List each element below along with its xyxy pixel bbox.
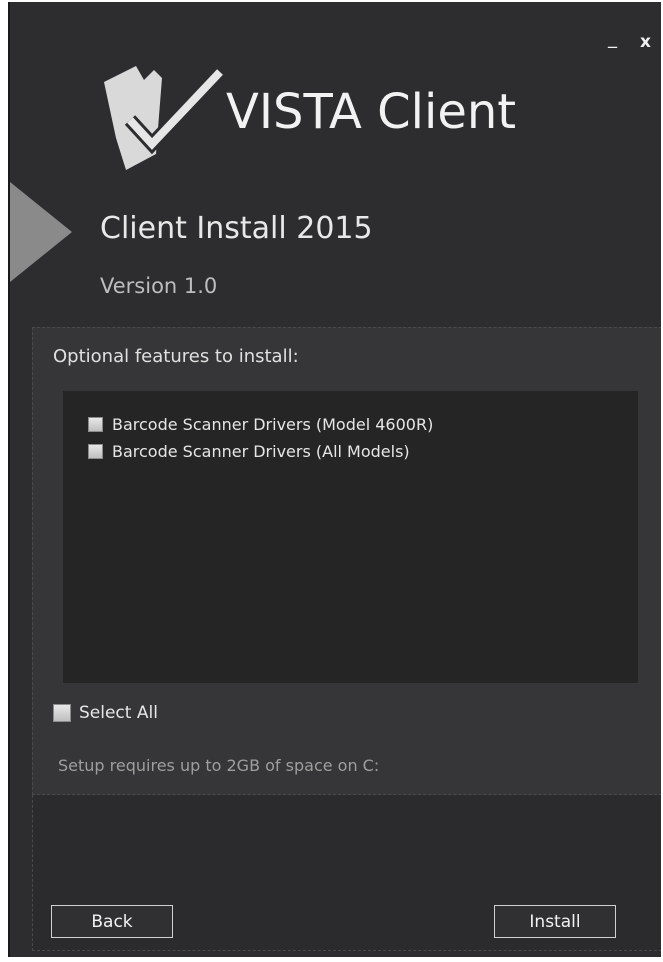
install-title: Client Install 2015 bbox=[100, 211, 373, 246]
installer-window: _ x VISTA Client Client Install 2015 Ver… bbox=[8, 2, 661, 957]
version-label: Version 1.0 bbox=[100, 274, 218, 298]
optional-features-panel: Optional features to install: Barcode Sc… bbox=[32, 327, 661, 795]
minimize-button[interactable]: _ bbox=[608, 28, 617, 49]
options-heading: Optional features to install: bbox=[53, 346, 299, 367]
step-indicator-arrow bbox=[10, 182, 72, 282]
select-all-label: Select All bbox=[79, 703, 158, 723]
feature-checkbox[interactable] bbox=[88, 443, 103, 459]
install-button[interactable]: Install bbox=[494, 905, 616, 938]
feature-item-model-4600r[interactable]: Barcode Scanner Drivers (Model 4600R) bbox=[88, 414, 433, 434]
feature-label: Barcode Scanner Drivers (All Models) bbox=[112, 441, 410, 461]
select-all-option[interactable]: Select All bbox=[53, 703, 158, 723]
close-button[interactable]: x bbox=[640, 32, 651, 52]
feature-item-all-models[interactable]: Barcode Scanner Drivers (All Models) bbox=[88, 441, 410, 461]
feature-checkbox[interactable] bbox=[88, 416, 103, 432]
product-title: VISTA Client bbox=[226, 84, 517, 140]
features-list: Barcode Scanner Drivers (Model 4600R) Ba… bbox=[63, 391, 638, 683]
footer-bar: Back Install bbox=[32, 795, 661, 951]
disk-space-note: Setup requires up to 2GB of space on C: bbox=[58, 756, 380, 775]
checkmark-document-icon bbox=[104, 66, 226, 170]
select-all-checkbox[interactable] bbox=[53, 704, 71, 722]
back-button[interactable]: Back bbox=[51, 905, 173, 938]
feature-label: Barcode Scanner Drivers (Model 4600R) bbox=[112, 414, 434, 434]
